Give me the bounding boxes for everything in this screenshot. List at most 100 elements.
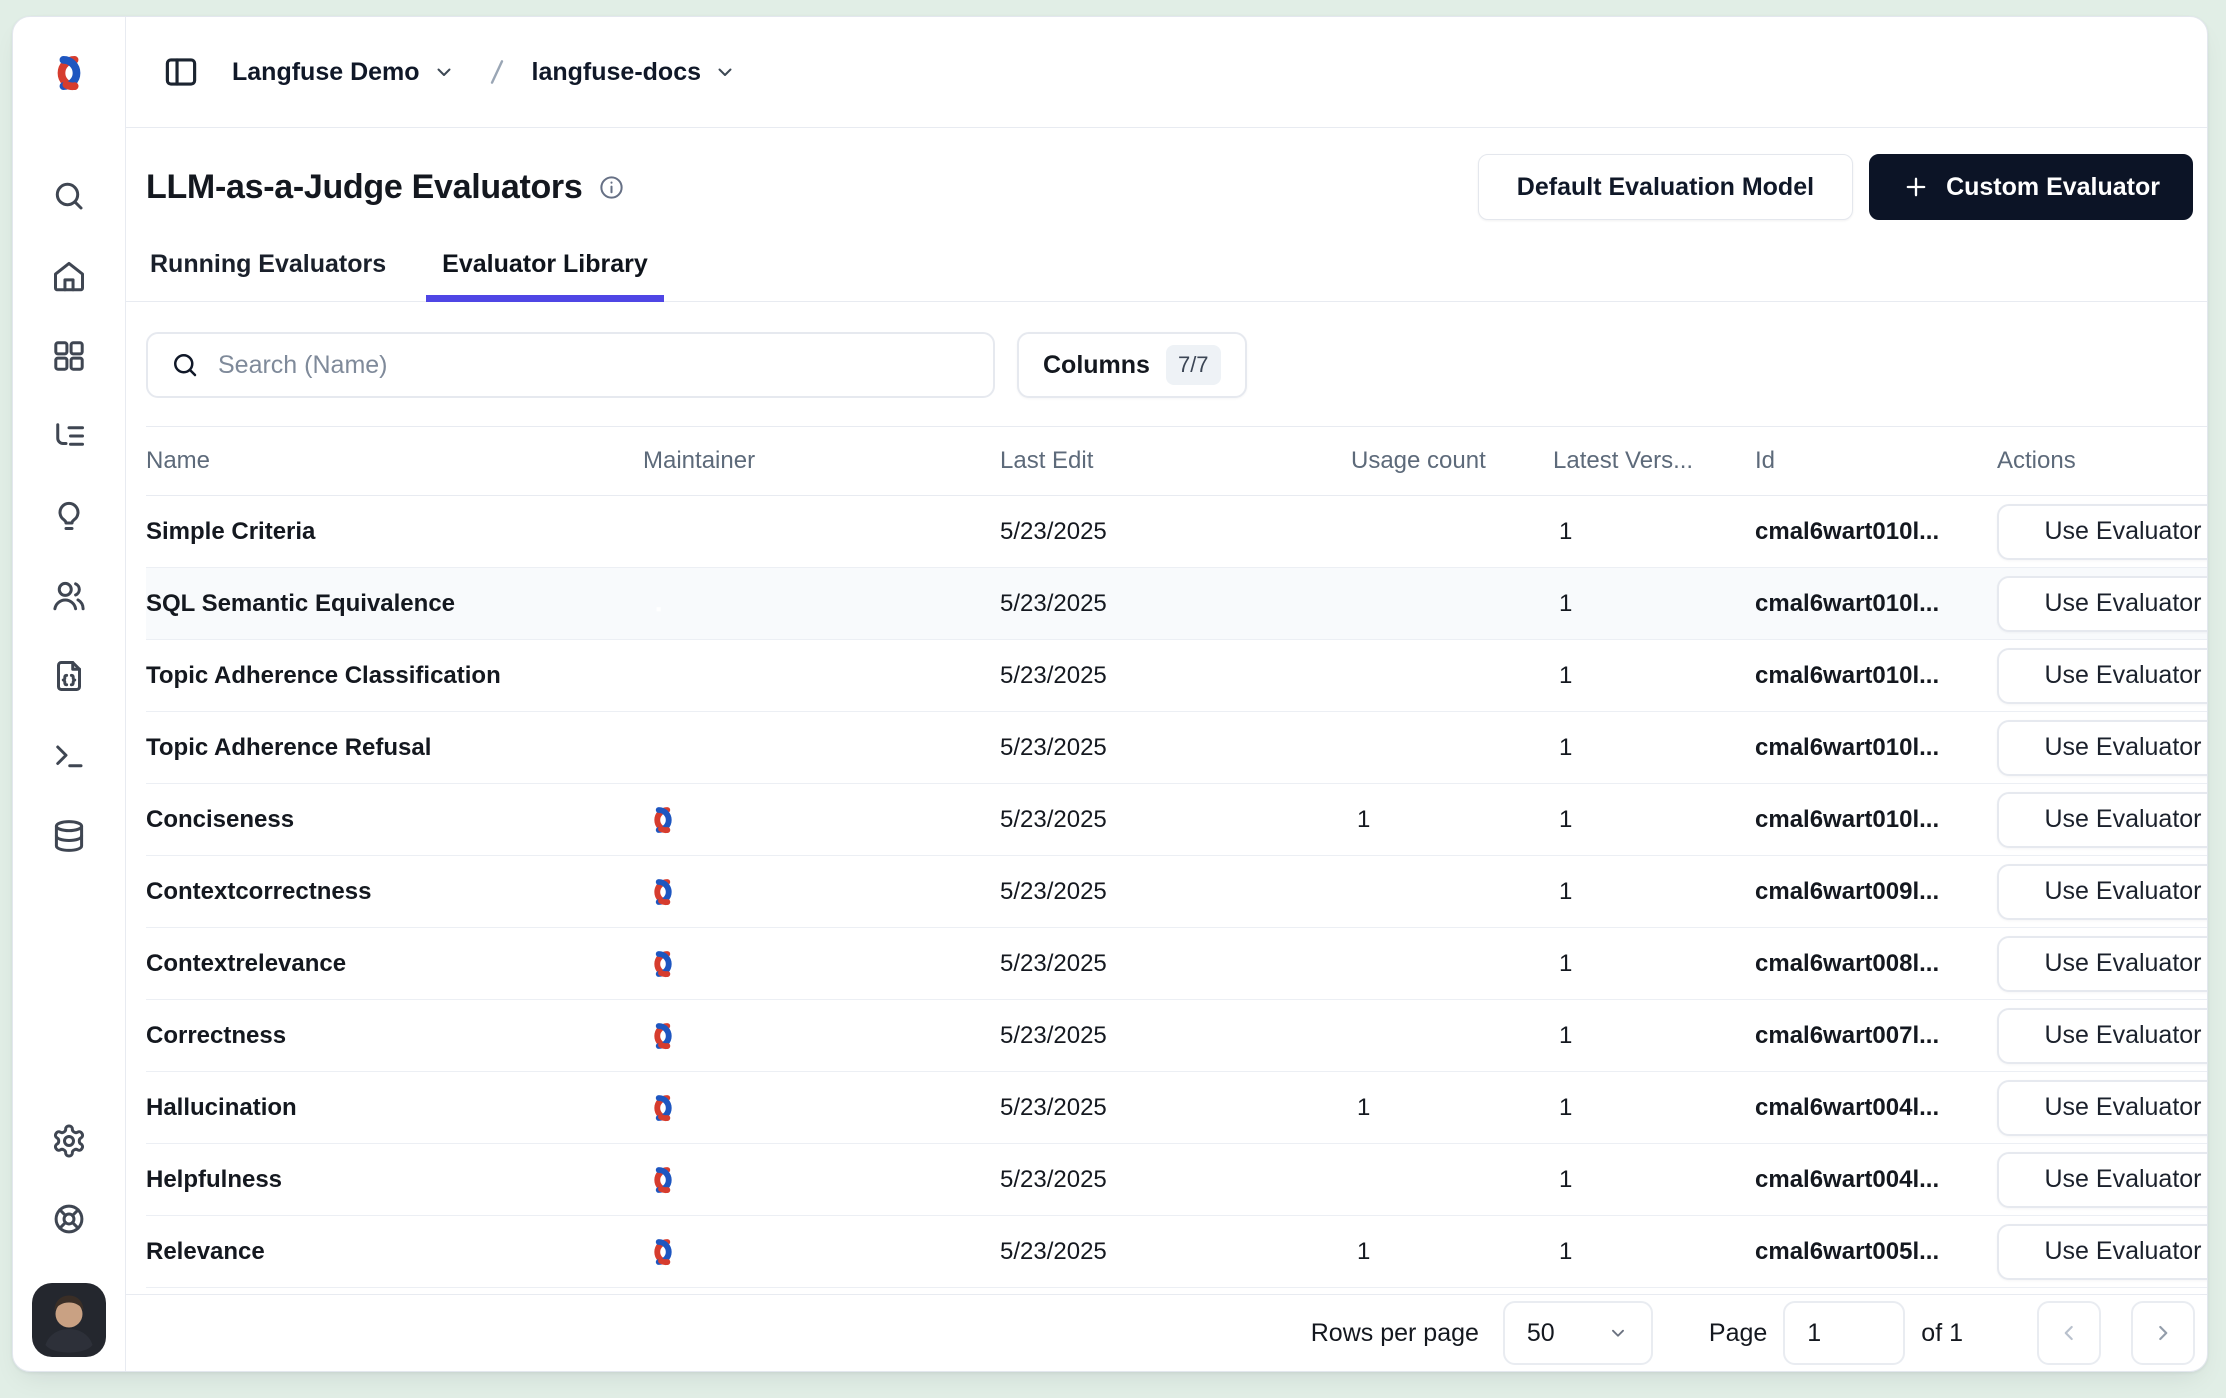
latest-version: 1 xyxy=(1553,662,1755,690)
actions-cell: Use Evaluator xyxy=(1997,864,2207,920)
evaluator-id: cmal6wart010l... xyxy=(1755,806,1997,834)
evaluator-id: cmal6wart008l... xyxy=(1755,950,1997,978)
rows-per-page-select[interactable]: 50 xyxy=(1503,1301,1653,1365)
custom-evaluator-label: Custom Evaluator xyxy=(1946,173,2160,202)
table-row[interactable]: Topic Adherence Refusal 5/23/2025 1 cmal… xyxy=(146,712,2207,784)
langfuse-maintainer-icon xyxy=(647,804,679,836)
info-button[interactable] xyxy=(598,174,625,201)
latest-version: 1 xyxy=(1553,1166,1755,1194)
column-header: Actions xyxy=(1997,447,2207,475)
main-area: Langfuse Demo langfuse-docs LLM-as-a-Jud… xyxy=(126,17,2207,1371)
chevron-down-icon xyxy=(1607,1322,1629,1344)
use-evaluator-button[interactable]: Use Evaluator xyxy=(1997,720,2207,776)
tab-running-evaluators[interactable]: Running Evaluators xyxy=(148,250,388,301)
maintainer-cell xyxy=(643,804,1000,836)
evaluator-name: Correctness xyxy=(146,1022,643,1050)
sidebar-item-playground[interactable] xyxy=(51,738,87,774)
evaluator-name: Relevance xyxy=(146,1238,643,1266)
use-evaluator-button[interactable]: Use Evaluator xyxy=(1997,792,2207,848)
default-evaluation-model-button[interactable]: Default Evaluation Model xyxy=(1478,154,1853,220)
project-selector[interactable]: langfuse-docs xyxy=(532,58,737,87)
actions-cell: Use Evaluator xyxy=(1997,792,2207,848)
search-icon xyxy=(170,350,200,380)
sidebar-item-evaluation[interactable] xyxy=(51,498,87,534)
sidebar-item-database[interactable] xyxy=(51,818,87,854)
table-row[interactable]: Hallucination 5/23/2025 1 1 cmal6wart004… xyxy=(146,1072,2207,1144)
use-evaluator-button[interactable]: Use Evaluator xyxy=(1997,504,2207,560)
usage-count: 1 xyxy=(1351,1094,1553,1122)
next-page-button[interactable] xyxy=(2131,1301,2195,1365)
evaluator-id: cmal6wart010l... xyxy=(1755,518,1997,546)
sidebar-item-users[interactable] xyxy=(51,578,87,614)
maintainer-cell xyxy=(643,588,1000,620)
sidebar-item-home[interactable] xyxy=(51,258,87,294)
maintainer-cell xyxy=(643,732,1000,764)
tab-evaluator-library[interactable]: Evaluator Library xyxy=(440,250,650,301)
langfuse-maintainer-icon xyxy=(647,1092,679,1124)
search-box xyxy=(146,332,995,398)
evaluator-name: Conciseness xyxy=(146,806,643,834)
use-evaluator-button[interactable]: Use Evaluator xyxy=(1997,648,2207,704)
latest-version: 1 xyxy=(1553,806,1755,834)
evaluator-id: cmal6wart010l... xyxy=(1755,662,1997,690)
use-evaluator-button[interactable]: Use Evaluator xyxy=(1997,1080,2207,1136)
page-number-input[interactable] xyxy=(1783,1301,1905,1365)
sidebar-item-traces[interactable] xyxy=(51,418,87,454)
page-header: LLM-as-a-Judge Evaluators Default Evalua… xyxy=(126,128,2207,220)
sidebar-item-search[interactable] xyxy=(51,178,87,214)
maintainer-cell xyxy=(643,1236,1000,1268)
page-title: LLM-as-a-Judge Evaluators xyxy=(146,168,582,207)
langfuse-logo-icon xyxy=(48,52,90,94)
sidebar-item-support[interactable] xyxy=(51,1201,87,1237)
page-total-label: of 1 xyxy=(1921,1319,1963,1348)
user-avatar[interactable] xyxy=(32,1283,106,1357)
langfuse-logo[interactable] xyxy=(13,17,125,128)
use-evaluator-button[interactable]: Use Evaluator xyxy=(1997,1152,2207,1208)
traces-icon xyxy=(51,418,87,454)
table-row[interactable]: Topic Adherence Classification 5/23/2025… xyxy=(146,640,2207,712)
actions-cell: Use Evaluator xyxy=(1997,504,2207,560)
use-evaluator-button[interactable]: Use Evaluator xyxy=(1997,1224,2207,1280)
table-row[interactable]: Simple Criteria 5/23/2025 1 cmal6wart010… xyxy=(146,496,2207,568)
use-evaluator-button[interactable]: Use Evaluator xyxy=(1997,936,2207,992)
column-header: Id xyxy=(1755,447,1997,475)
table-row[interactable]: Correctness 5/23/2025 1 cmal6wart007l...… xyxy=(146,1000,2207,1072)
sidebar-item-datasets[interactable] xyxy=(51,658,87,694)
maintainer-cell xyxy=(643,516,1000,548)
table-row[interactable]: Conciseness 5/23/2025 1 1 cmal6wart010l.… xyxy=(146,784,2207,856)
actions-cell: Use Evaluator xyxy=(1997,936,2207,992)
search-input[interactable] xyxy=(218,351,971,380)
sidebar-item-dashboard[interactable] xyxy=(51,338,87,374)
organization-name: Langfuse Demo xyxy=(232,58,420,87)
sidebar-item-settings[interactable] xyxy=(51,1123,87,1159)
ragas-maintainer-icon xyxy=(647,660,679,692)
project-name: langfuse-docs xyxy=(532,58,701,87)
sidebar-toggle-button[interactable] xyxy=(162,53,200,91)
evaluator-name: Contextcorrectness xyxy=(146,878,643,906)
evaluator-id: cmal6wart004l... xyxy=(1755,1094,1997,1122)
table-row[interactable]: Contextcorrectness 5/23/2025 1 cmal6wart… xyxy=(146,856,2207,928)
latest-version: 1 xyxy=(1553,590,1755,618)
use-evaluator-button[interactable]: Use Evaluator xyxy=(1997,576,2207,632)
sidebar-bottom-icons xyxy=(51,1123,87,1237)
latest-version: 1 xyxy=(1553,950,1755,978)
table-row[interactable]: Helpfulness 5/23/2025 1 cmal6wart004l...… xyxy=(146,1144,2207,1216)
latest-version: 1 xyxy=(1553,734,1755,762)
maintainer-cell xyxy=(643,876,1000,908)
table-row[interactable]: Relevance 5/23/2025 1 1 cmal6wart005l...… xyxy=(146,1216,2207,1288)
custom-evaluator-button[interactable]: Custom Evaluator xyxy=(1869,154,2193,220)
column-header: Usage count xyxy=(1351,447,1553,475)
rows-per-page-value: 50 xyxy=(1527,1319,1555,1348)
last-edit: 5/23/2025 xyxy=(1000,590,1351,618)
settings-icon xyxy=(51,1123,87,1159)
use-evaluator-button[interactable]: Use Evaluator xyxy=(1997,864,2207,920)
evaluator-id: cmal6wart007l... xyxy=(1755,1022,1997,1050)
use-evaluator-button[interactable]: Use Evaluator xyxy=(1997,1008,2207,1064)
columns-button[interactable]: Columns 7/7 xyxy=(1017,332,1247,398)
table-row[interactable]: SQL Semantic Equivalence 5/23/2025 1 cma… xyxy=(146,568,2207,640)
rows-per-page-label: Rows per page xyxy=(1311,1319,1479,1348)
organization-selector[interactable]: Langfuse Demo xyxy=(232,58,456,87)
sidebar-bottom xyxy=(32,1123,106,1371)
table-row[interactable]: Contextrelevance 5/23/2025 1 cmal6wart00… xyxy=(146,928,2207,1000)
previous-page-button[interactable] xyxy=(2037,1301,2101,1365)
